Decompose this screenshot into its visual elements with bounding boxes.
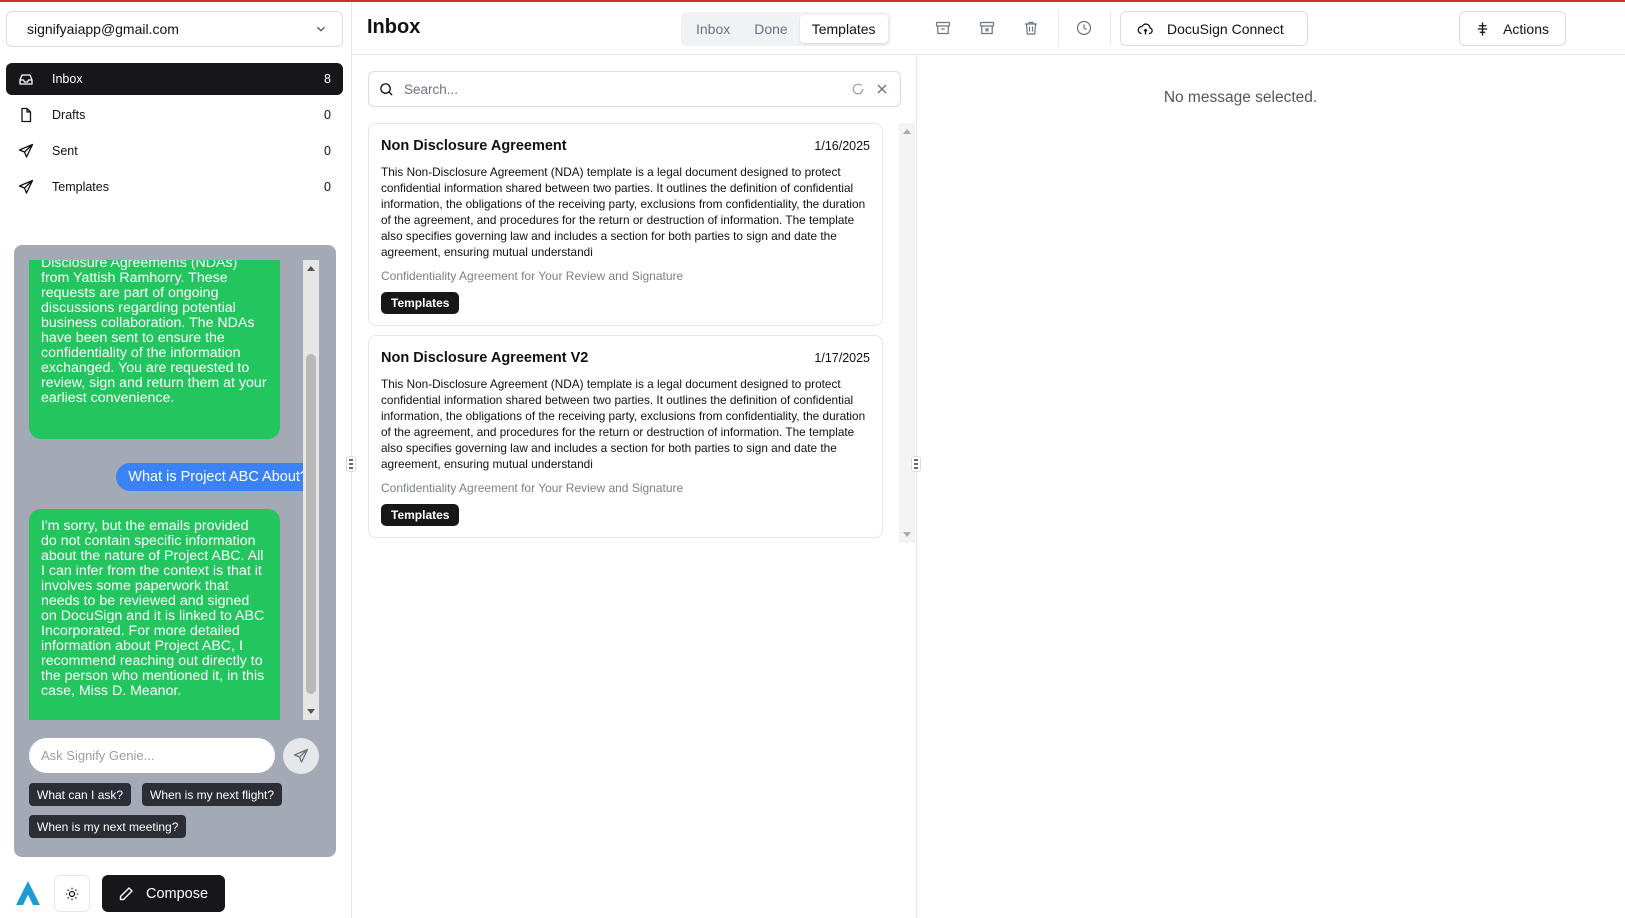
message-card[interactable]: Non Disclosure Agreement V2 1/17/2025 Th… — [368, 335, 883, 538]
message-preview: This Non-Disclosure Agreement (NDA) temp… — [381, 377, 866, 471]
tab-templates[interactable]: Templates — [799, 15, 888, 43]
chat-scrollbar[interactable] — [303, 260, 319, 720]
message-date: 1/17/2025 — [814, 351, 870, 365]
suggestion-chip[interactable]: What can I ask? — [29, 783, 132, 806]
sidebar-item-count: 0 — [324, 144, 331, 158]
suggestion-chip[interactable]: When is my next flight? — [142, 783, 283, 806]
docusign-connect-label: DocuSign Connect — [1167, 20, 1284, 37]
genie-input-placeholder: Ask Signify Genie... — [41, 748, 155, 763]
scroll-up-icon[interactable] — [307, 266, 315, 271]
sidebar-item-count: 0 — [324, 180, 331, 194]
message-detail-pane: No message selected. — [918, 55, 1625, 918]
mailbox-nav: Inbox 8 Drafts 0 Sent 0 Templates 0 — [6, 63, 343, 207]
suggestion-chip[interactable]: When is my next meeting? — [29, 815, 187, 838]
sidebar-item-templates[interactable]: Templates 0 — [6, 171, 343, 203]
docusign-connect-button[interactable]: DocuSign Connect — [1120, 11, 1308, 46]
genie-send-button[interactable] — [283, 738, 319, 774]
tab-inbox[interactable]: Inbox — [684, 15, 742, 43]
sidebar-item-label: Templates — [52, 180, 109, 194]
toolbar-divider — [1110, 11, 1111, 45]
mailbox-tabs: Inbox Done Templates — [681, 12, 891, 46]
list-scrollbar[interactable] — [899, 123, 915, 543]
sidebar-item-label: Sent — [52, 144, 78, 158]
sidebar-item-label: Drafts — [52, 108, 86, 122]
clock-icon[interactable] — [1075, 19, 1093, 37]
search-icon — [380, 82, 393, 96]
send-icon — [293, 748, 309, 763]
main-header: Inbox Inbox Done Templates DocuSign Conn… — [352, 2, 1625, 55]
message-subject: Confidentiality Agreement for Your Revie… — [381, 269, 684, 283]
actions-label: Actions — [1503, 20, 1549, 37]
cloud-sync-icon — [1137, 22, 1153, 34]
scroll-up-icon[interactable] — [903, 129, 911, 134]
message-title: Non Disclosure Agreement — [381, 138, 567, 154]
tab-done[interactable]: Done — [742, 15, 799, 43]
app-logo-icon — [16, 881, 40, 905]
chat-history[interactable]: Disclosure Agreements (NDAs) from Yattis… — [29, 260, 319, 720]
archive-icon[interactable] — [934, 19, 952, 37]
sidebar-item-drafts[interactable]: Drafts 0 — [6, 99, 343, 131]
account-selector[interactable]: signifyaiapp@gmail.com — [6, 11, 343, 47]
actions-button[interactable]: Actions — [1459, 11, 1566, 46]
sidebar-item-label: Inbox — [52, 72, 83, 86]
assistant-message: I'm sorry, but the emails provided do no… — [29, 509, 280, 720]
message-list-pane: Search... Non Disclosure Agreement 1/16/… — [352, 55, 917, 918]
trash-icon[interactable] — [1022, 19, 1040, 37]
pencil-icon — [119, 886, 133, 900]
genie-input[interactable]: Ask Signify Genie... — [29, 738, 275, 773]
user-message: What is Project ABC About? — [116, 463, 319, 491]
assistant-message: Disclosure Agreements (NDAs) from Yattis… — [29, 260, 280, 439]
message-title: Non Disclosure Agreement V2 — [381, 350, 589, 366]
message-date: 1/16/2025 — [814, 139, 870, 153]
send-icon — [18, 179, 34, 195]
search-bar[interactable]: Search... — [368, 71, 901, 107]
tree-icon — [1477, 21, 1488, 36]
message-card[interactable]: Non Disclosure Agreement 1/16/2025 This … — [368, 123, 883, 326]
send-icon — [18, 143, 34, 159]
sidebar-item-sent[interactable]: Sent 0 — [6, 135, 343, 167]
search-input[interactable]: Search... — [404, 82, 842, 97]
compose-label: Compose — [146, 885, 209, 902]
sidebar-footer: Compose — [14, 875, 344, 913]
compose-button[interactable]: Compose — [102, 875, 225, 912]
empty-state-text: No message selected. — [1163, 89, 1318, 106]
toolbar-divider — [1058, 11, 1059, 45]
sun-icon — [65, 887, 79, 900]
message-tag[interactable]: Templates — [381, 292, 460, 314]
genie-chat-panel: Disclosure Agreements (NDAs) from Yattis… — [14, 245, 336, 857]
page-title: Inbox — [367, 16, 421, 38]
sidebar-item-inbox[interactable]: Inbox 8 — [6, 63, 343, 95]
refresh-icon[interactable] — [850, 81, 866, 97]
scroll-down-icon[interactable] — [903, 532, 911, 537]
message-tag[interactable]: Templates — [381, 504, 460, 526]
inbox-icon — [18, 71, 34, 87]
close-icon[interactable] — [874, 81, 890, 97]
scroll-down-icon[interactable] — [307, 709, 315, 714]
theme-toggle-button[interactable] — [54, 875, 90, 912]
message-subject: Confidentiality Agreement for Your Revie… — [381, 481, 684, 495]
message-preview: This Non-Disclosure Agreement (NDA) temp… — [381, 165, 866, 259]
sidebar-item-count: 8 — [324, 72, 331, 86]
file-icon — [18, 107, 34, 123]
sidebar: signifyaiapp@gmail.com Inbox 8 Drafts 0 … — [0, 2, 352, 918]
scroll-thumb[interactable] — [306, 354, 316, 694]
account-email: signifyaiapp@gmail.com — [27, 21, 179, 37]
archive-x-icon[interactable] — [978, 19, 996, 37]
sidebar-item-count: 0 — [324, 108, 331, 122]
chevron-down-icon — [317, 26, 325, 32]
